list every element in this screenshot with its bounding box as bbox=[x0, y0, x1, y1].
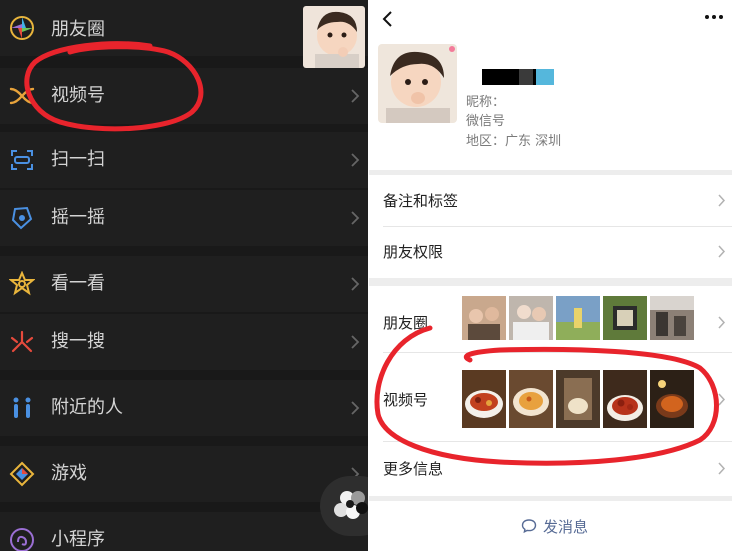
chevron-right-icon bbox=[718, 393, 726, 406]
chevron-right-icon bbox=[351, 153, 360, 167]
discover-item-label: 视频号 bbox=[51, 85, 105, 106]
chevron-right-icon bbox=[718, 316, 726, 329]
discover-panel: 朋友圈 视频号 扫一扫 摇一摇 看一看 搜一搜 附近的人 游戏 小程序 bbox=[0, 0, 368, 551]
moments-photo-thumbnail[interactable] bbox=[650, 296, 694, 340]
discover-item-shake[interactable]: 摇一摇 bbox=[0, 190, 368, 246]
chevron-right-icon bbox=[351, 211, 360, 225]
chevron-right-icon bbox=[351, 401, 360, 415]
redacted-name-block bbox=[536, 69, 554, 85]
more-info-label[interactable]: 更多信息 bbox=[383, 458, 443, 479]
contact-profile-page: 昵称： 微信号 地区：广东 深圳 备注和标签 朋友权限 朋友圈 视频号 更多信息… bbox=[369, 0, 732, 551]
discover-item-label: 搜一搜 bbox=[51, 331, 105, 352]
channels-video-thumbnail[interactable] bbox=[650, 370, 694, 428]
chevron-right-icon bbox=[351, 277, 360, 291]
redacted-name-block bbox=[519, 69, 533, 85]
channels-video-thumbnail[interactable] bbox=[556, 370, 600, 428]
search-icon bbox=[10, 330, 34, 353]
profile-header: 昵称： 微信号 地区：广东 深圳 bbox=[369, 0, 732, 170]
channels-video-thumbnail[interactable] bbox=[509, 370, 553, 428]
moments-photo-thumbnail[interactable] bbox=[603, 296, 647, 340]
moments-photo-thumbnail[interactable] bbox=[556, 296, 600, 340]
floating-minimized-window-button[interactable] bbox=[320, 476, 368, 536]
discover-item-label: 摇一摇 bbox=[51, 207, 105, 228]
channels-video-thumbnail[interactable] bbox=[603, 370, 647, 428]
discover-item-label: 小程序 bbox=[51, 529, 105, 550]
moments-icon bbox=[10, 16, 34, 40]
mini-programs-icon bbox=[10, 528, 34, 551]
games-icon bbox=[9, 461, 35, 487]
discover-item-label: 看一看 bbox=[51, 273, 105, 294]
discover-item-label: 扫一扫 bbox=[51, 149, 105, 170]
chevron-right-icon bbox=[351, 335, 360, 349]
moments-photo-thumbnail[interactable] bbox=[462, 296, 506, 340]
remark-and-tags-label[interactable]: 备注和标签 bbox=[383, 190, 458, 211]
discover-item-label: 游戏 bbox=[51, 463, 87, 484]
chevron-right-icon bbox=[351, 89, 360, 103]
discover-item-people-nearby[interactable]: 附近的人 bbox=[0, 380, 368, 436]
discover-item-scan[interactable]: 扫一扫 bbox=[0, 132, 368, 188]
send-message-label: 发消息 bbox=[543, 518, 589, 536]
chevron-right-icon bbox=[718, 462, 726, 475]
profile-content-group: 朋友圈 视频号 更多信息 bbox=[369, 286, 732, 496]
gender-icon bbox=[449, 46, 455, 52]
avatar[interactable] bbox=[378, 44, 457, 123]
profile-settings-group: 备注和标签 朋友权限 bbox=[369, 175, 732, 278]
region-label: 地区：广东 深圳 bbox=[466, 134, 562, 149]
scan-icon bbox=[11, 150, 33, 170]
back-arrow-icon[interactable] bbox=[381, 10, 393, 28]
divider bbox=[383, 226, 732, 227]
top-stories-icon bbox=[9, 271, 35, 296]
moments-photo-thumbnail[interactable] bbox=[509, 296, 553, 340]
more-options-icon[interactable] bbox=[704, 14, 724, 20]
discover-item-games[interactable]: 游戏 bbox=[0, 446, 368, 502]
discover-item-moments[interactable]: 朋友圈 bbox=[0, 0, 368, 68]
redacted-name-block bbox=[482, 69, 542, 85]
channels-video-thumbnail[interactable] bbox=[462, 370, 506, 428]
moments-row-label[interactable]: 朋友圈 bbox=[383, 312, 428, 333]
divider bbox=[383, 352, 732, 353]
wechat-id-label: 微信号 bbox=[466, 114, 506, 129]
chat-bubble-icon bbox=[521, 519, 537, 534]
chevron-right-icon bbox=[718, 245, 726, 258]
people-nearby-icon bbox=[13, 397, 31, 418]
divider bbox=[383, 441, 732, 442]
discover-item-channels[interactable]: 视频号 bbox=[0, 68, 368, 124]
channels-row-label[interactable]: 视频号 bbox=[383, 389, 428, 410]
friend-permissions-label[interactable]: 朋友权限 bbox=[383, 241, 443, 262]
nickname-label: 昵称： bbox=[466, 95, 506, 110]
discover-item-label: 附近的人 bbox=[51, 397, 123, 418]
discover-item-search[interactable]: 搜一搜 bbox=[0, 314, 368, 370]
shake-icon bbox=[11, 206, 33, 230]
send-message-button[interactable]: 发消息 bbox=[369, 501, 732, 551]
discover-item-top-stories[interactable]: 看一看 bbox=[0, 256, 368, 312]
discover-item-mini-programs[interactable]: 小程序 bbox=[0, 512, 368, 551]
channels-icon bbox=[9, 87, 35, 105]
chevron-right-icon bbox=[718, 194, 726, 207]
floating-window-icon bbox=[334, 491, 368, 519]
moments-preview-thumbnail[interactable] bbox=[303, 6, 365, 68]
discover-item-label: 朋友圈 bbox=[51, 19, 105, 40]
